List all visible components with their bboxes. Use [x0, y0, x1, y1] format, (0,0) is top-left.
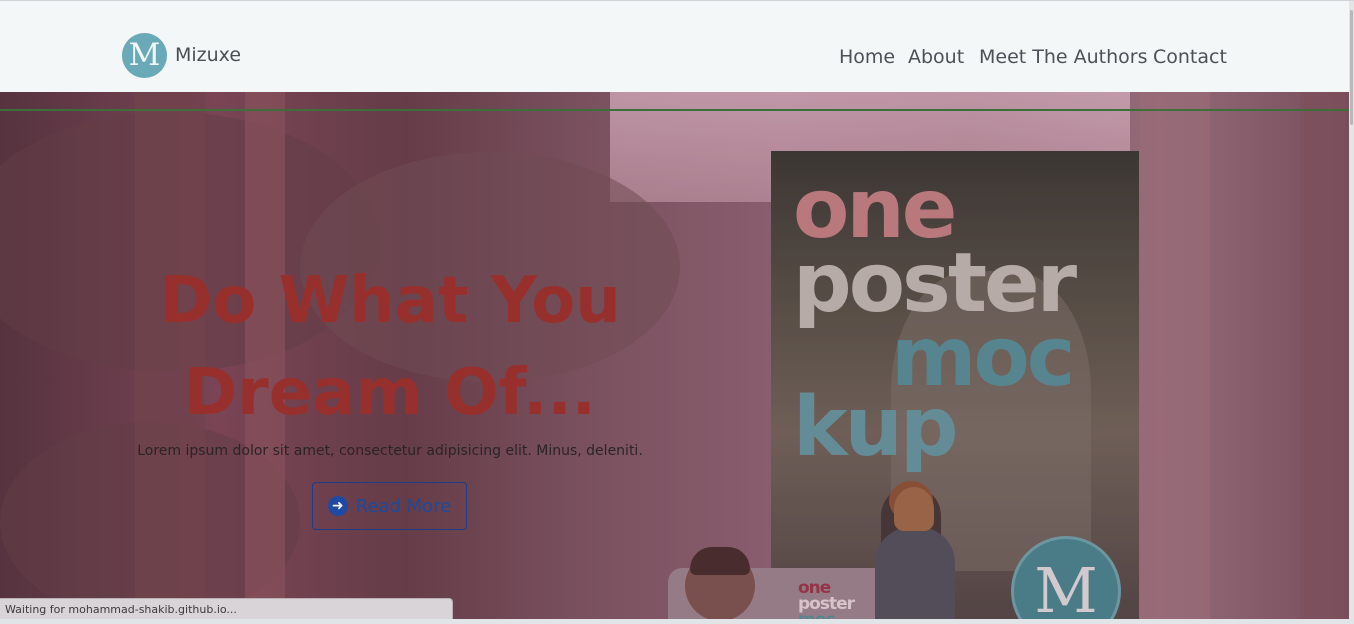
- brand-name[interactable]: Mizuxe: [175, 44, 241, 66]
- hero-divider-line: [0, 109, 1349, 111]
- navbar: M Mizuxe Home About Meet The Authors Con…: [0, 1, 1349, 92]
- nav-link-contact[interactable]: Contact: [1153, 46, 1227, 68]
- hero-subtext: Lorem ipsum dolor sit amet, consectetur …: [137, 443, 643, 459]
- nav-link-home[interactable]: Home: [839, 46, 895, 68]
- browser-status-bar: Waiting for mohammad-shakib.github.io...: [0, 598, 453, 620]
- logo-icon[interactable]: M: [122, 33, 167, 78]
- read-more-button[interactable]: ➜ Read More: [312, 482, 467, 530]
- scrollbar-thumb[interactable]: [1350, 10, 1353, 125]
- hero-headline: Do What You Dream Of...: [159, 264, 621, 430]
- nav-link-about[interactable]: About: [908, 46, 964, 68]
- read-more-label: Read More: [355, 495, 452, 517]
- hero-section: one poster moc kup M one poster moc Do W…: [0, 92, 1349, 619]
- nav-link-meet-the-authors[interactable]: Meet The Authors: [979, 46, 1148, 68]
- window-bottom-edge: [0, 619, 1354, 624]
- arrow-circle-right-icon: ➜: [327, 496, 348, 516]
